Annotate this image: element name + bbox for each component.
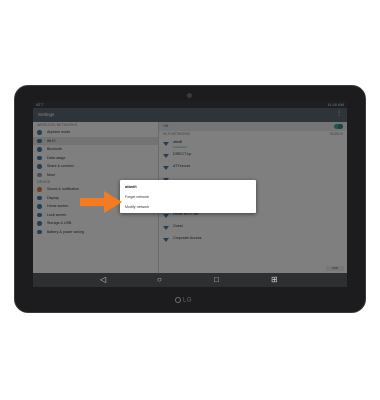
front-camera — [187, 93, 192, 98]
network-options-dialog: attwifi Forget network Modify network — [120, 180, 256, 213]
forget-network-option[interactable]: Forget network — [125, 195, 149, 199]
home-icon[interactable]: ○ — [157, 275, 162, 285]
modify-network-option[interactable]: Modify network — [125, 205, 149, 209]
device-logo: LG — [175, 297, 192, 304]
orange-arrow-pointer — [80, 191, 122, 213]
back-icon[interactable]: ◁ — [100, 275, 106, 285]
dialog-title: attwifi — [125, 184, 137, 189]
navigation-bar: ◁ ○ □ ⊞ — [33, 273, 347, 287]
lg-logo-icon — [175, 297, 181, 303]
dual-window-icon[interactable]: ⊞ — [271, 275, 278, 285]
recent-apps-icon[interactable]: □ — [214, 275, 219, 285]
device-logo-text: LG — [183, 297, 193, 304]
